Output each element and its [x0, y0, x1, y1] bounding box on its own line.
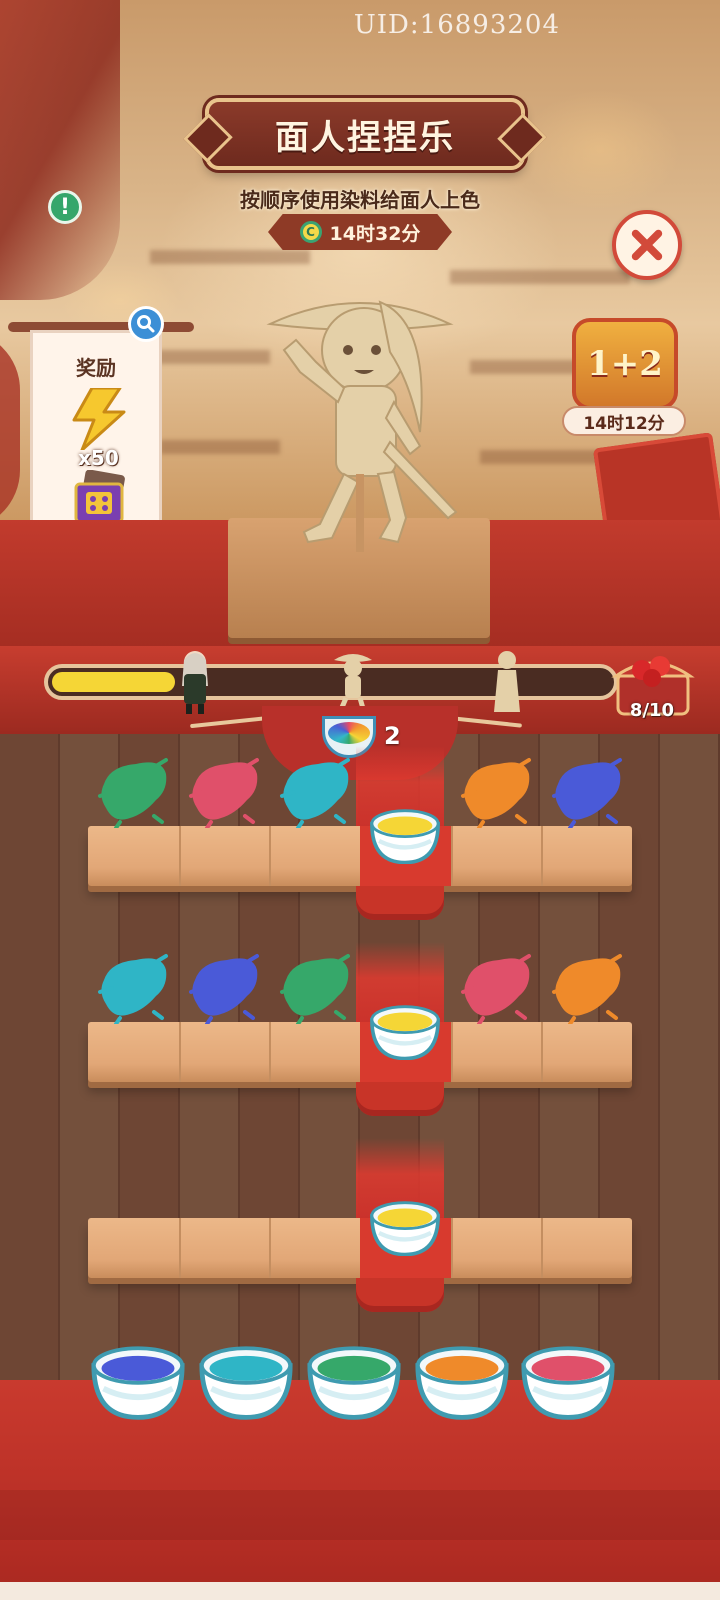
info-alert-icon[interactable]: ! — [48, 190, 82, 224]
dye-shelf — [88, 826, 632, 886]
palette-bowl-pink[interactable] — [520, 1336, 616, 1420]
title-plaque: 面人捏捏乐 — [205, 98, 525, 170]
dye-splash-green — [96, 756, 170, 830]
game-scene: UID:16893204 面人捏捏乐 按顺序使用染料给面人上色 C 14时32分… — [0, 0, 720, 1600]
dye-splash-pink — [187, 756, 261, 830]
cyan-dye-bowl-icon — [199, 1346, 293, 1420]
pink-dye-bowl-icon — [521, 1346, 615, 1420]
close-icon — [631, 229, 663, 261]
instruction-text: 按顺序使用染料给面人上色 — [240, 188, 480, 212]
reward-quantity: x50 — [78, 446, 119, 470]
uid-label: UID:16893204 — [353, 10, 560, 40]
yellow-dye-bowl-icon — [370, 809, 440, 865]
dye-splash — [189, 758, 259, 830]
palette-bowl-green[interactable] — [306, 1336, 402, 1420]
dye-splash-blue — [187, 952, 261, 1026]
event-timer: C 14时32分 — [268, 214, 452, 250]
dye-splash — [552, 758, 622, 830]
dye-splash — [461, 954, 531, 1026]
active-cell-ribbon — [356, 886, 444, 920]
palette-bowl-cyan[interactable] — [198, 1336, 294, 1420]
milestone-character-3[interactable] — [486, 646, 528, 716]
dye-splash-cyan — [96, 952, 170, 1026]
dye-splash — [280, 954, 350, 1026]
dye-splash-blue — [550, 756, 624, 830]
target-dye-bowl[interactable] — [369, 998, 441, 1061]
close-button[interactable] — [612, 210, 682, 280]
active-cell-ribbon — [356, 1082, 444, 1116]
reward-title: 奖励 — [76, 356, 116, 380]
dye-splash-cyan — [278, 756, 352, 830]
search-icon[interactable] — [128, 306, 164, 342]
yellow-dye-bowl-icon — [370, 1005, 440, 1061]
dye-splash — [552, 954, 622, 1026]
palette-bowl-orange[interactable] — [414, 1336, 510, 1420]
event-timer-text: 14时32分 — [329, 222, 421, 245]
dye-splash-green — [278, 952, 352, 1026]
dye-shelf — [88, 1022, 632, 1082]
page-title: 面人捏捏乐 — [275, 117, 455, 158]
dye-splash — [98, 954, 168, 1026]
curtain-decoration — [0, 0, 120, 300]
dye-splash — [280, 758, 350, 830]
bonus-event-label: 1+2 — [587, 344, 663, 384]
dye-shelf — [88, 1218, 632, 1278]
active-cell-ribbon — [356, 1278, 444, 1312]
blue-dye-bowl-icon — [91, 1346, 185, 1420]
milestone-character-1[interactable] — [174, 646, 216, 716]
progress-fill — [52, 672, 175, 692]
orange-dye-bowl-icon — [415, 1346, 509, 1420]
target-dye-bowl[interactable] — [369, 1194, 441, 1257]
green-dye-bowl-icon — [307, 1346, 401, 1420]
dye-splash — [461, 758, 531, 830]
dough-figure — [266, 300, 458, 552]
lightning-icon — [72, 388, 126, 450]
clock-icon: C — [299, 221, 322, 243]
chest-progress-count: 8/10 — [629, 700, 675, 721]
dye-splash — [98, 758, 168, 830]
dye-splash-orange — [550, 952, 624, 1026]
dye-splash-orange — [459, 756, 533, 830]
bonus-event-timer: 14时12分 — [562, 406, 686, 436]
dye-splash — [189, 954, 259, 1026]
palette-bowl-blue[interactable] — [90, 1336, 186, 1420]
bonus-event-button[interactable]: 1+2 — [572, 318, 678, 410]
target-dye-bowl[interactable] — [369, 802, 441, 865]
progress-bar — [44, 664, 618, 700]
yellow-dye-bowl-icon — [370, 1201, 440, 1257]
dye-splash-pink — [459, 952, 533, 1026]
bottom-strip — [0, 1582, 720, 1600]
